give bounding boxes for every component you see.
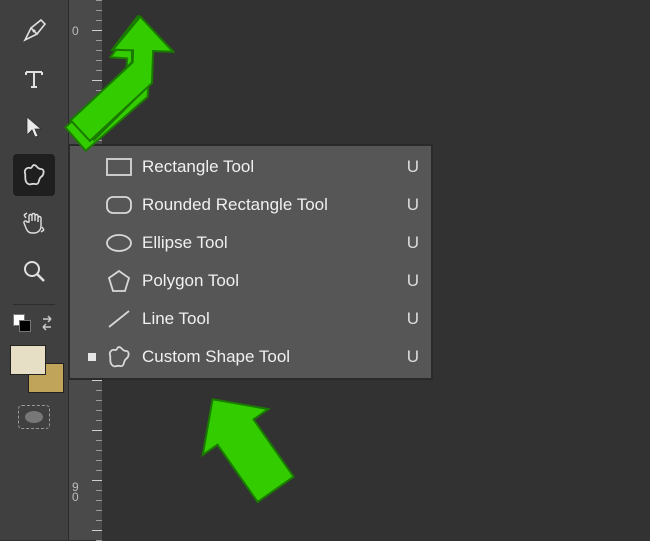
flyout-item-line[interactable]: Line ToolU <box>70 300 431 338</box>
flyout-item-label: Ellipse Tool <box>136 233 399 253</box>
foreground-color-swatch[interactable] <box>10 345 46 375</box>
shape-tool-flyout: Rectangle ToolURounded Rectangle ToolUEl… <box>68 144 433 380</box>
hand-tool[interactable] <box>13 202 55 244</box>
default-colors-icon <box>13 314 31 332</box>
pen-icon <box>21 18 47 44</box>
flyout-item-shortcut: U <box>399 347 419 367</box>
rounded-icon <box>102 192 136 218</box>
flyout-item-rectangle[interactable]: Rectangle ToolU <box>70 148 431 186</box>
default-swap-colors[interactable] <box>13 313 55 333</box>
flyout-item-rounded[interactable]: Rounded Rectangle ToolU <box>70 186 431 224</box>
ruler-tick-label: 0 <box>72 24 79 38</box>
polygon-icon <box>102 268 136 294</box>
zoom-tool[interactable] <box>13 250 55 292</box>
arrow-cursor-icon <box>23 115 45 139</box>
flyout-item-shortcut: U <box>399 157 419 177</box>
flyout-item-label: Rounded Rectangle Tool <box>136 195 399 215</box>
line-icon <box>102 306 136 332</box>
flyout-item-label: Rectangle Tool <box>136 157 399 177</box>
flyout-item-shortcut: U <box>399 309 419 329</box>
ruler-tick-label: 0 <box>72 492 79 502</box>
flyout-item-custom[interactable]: Custom Shape ToolU <box>70 338 431 376</box>
swap-colors-icon <box>39 315 55 331</box>
magnifier-icon <box>21 258 47 284</box>
type-icon <box>21 66 47 92</box>
flyout-item-shortcut: U <box>399 233 419 253</box>
color-swatches[interactable] <box>10 345 58 395</box>
flyout-item-label: Custom Shape Tool <box>136 347 399 367</box>
flyout-item-shortcut: U <box>399 195 419 215</box>
tools-panel <box>0 0 68 540</box>
hand-icon <box>21 210 47 236</box>
path-selection-tool[interactable] <box>13 106 55 148</box>
type-tool[interactable] <box>13 58 55 100</box>
active-indicator <box>82 353 102 361</box>
shape-tool[interactable] <box>13 154 55 196</box>
custom-icon <box>102 344 136 370</box>
flyout-item-label: Polygon Tool <box>136 271 399 291</box>
rectangle-icon <box>102 154 136 180</box>
flyout-item-label: Line Tool <box>136 309 399 329</box>
pen-tool[interactable] <box>13 10 55 52</box>
custom-shape-icon <box>20 161 48 189</box>
flyout-item-ellipse[interactable]: Ellipse ToolU <box>70 224 431 262</box>
flyout-item-shortcut: U <box>399 271 419 291</box>
quick-mask-toggle[interactable] <box>18 405 50 429</box>
ellipse-icon <box>102 230 136 256</box>
flyout-item-polygon[interactable]: Polygon ToolU <box>70 262 431 300</box>
